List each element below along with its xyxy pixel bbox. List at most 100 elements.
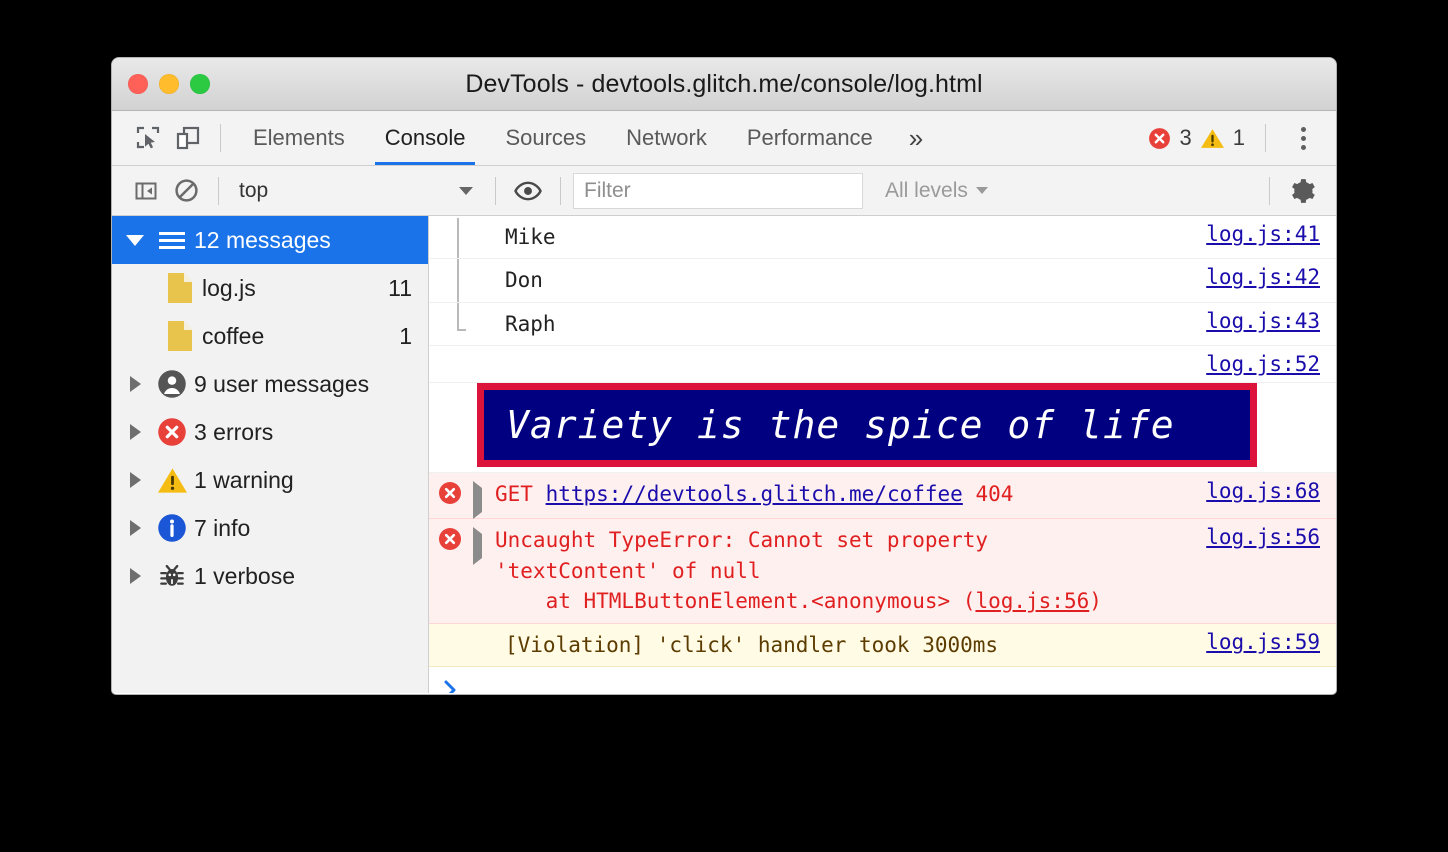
styled-message-text: Variety is the spice of life — [484, 390, 1250, 461]
console-message-source-link[interactable]: log.js:41 — [1206, 222, 1336, 246]
styled-message-container: Variety is the spice of life — [429, 383, 1336, 474]
console-message-source-link[interactable]: log.js:43 — [1206, 309, 1336, 333]
sidebar-item-log-js[interactable]: log.js 11 — [112, 264, 428, 312]
window-titlebar: DevTools - devtools.glitch.me/console/lo… — [112, 58, 1336, 111]
prompt-chevron-icon — [429, 679, 473, 693]
sidebar-item-label: 12 messages — [194, 226, 331, 253]
warning-count-icon[interactable] — [1200, 126, 1225, 151]
expand-twisty-icon[interactable] — [473, 525, 495, 566]
http-method: GET — [495, 482, 533, 507]
console-prompt[interactable] — [429, 667, 1336, 693]
filter-input[interactable]: Filter — [573, 172, 863, 209]
tab-console[interactable]: Console — [365, 111, 486, 165]
console-violation-text: [Violation] 'click' handler took 3000ms — [505, 632, 999, 657]
traffic-lights — [128, 74, 210, 94]
console-output: Mike log.js:41 Don log.js:42 Raph log.js… — [429, 216, 1336, 693]
sidebar-item-label: 1 warning — [194, 466, 294, 493]
error-stack-prefix: at HTMLButtonElement.<anonymous> ( — [495, 589, 976, 614]
maximize-window-button[interactable] — [190, 74, 210, 94]
tab-performance[interactable]: Performance — [727, 111, 893, 165]
expand-twisty-icon[interactable] — [120, 424, 150, 440]
console-sidebar: 12 messages log.js 11 coffee 1 9 user me… — [112, 216, 429, 693]
error-icon — [429, 525, 473, 551]
sidebar-item-label: 1 verbose — [194, 562, 296, 589]
console-error-text: Uncaught TypeError: Cannot set property … — [495, 525, 1206, 616]
console-message-row[interactable]: Mike log.js:41 — [429, 216, 1336, 260]
tab-elements[interactable]: Elements — [233, 111, 365, 165]
devtools-window: DevTools - devtools.glitch.me/console/lo… — [112, 58, 1336, 694]
log-level-label: All levels — [885, 178, 968, 202]
chevron-down-icon — [459, 186, 473, 195]
console-styled-message-row[interactable]: log.js:52 — [429, 346, 1336, 384]
clear-console-icon[interactable] — [166, 172, 206, 210]
sidebar-toggle-icon[interactable] — [126, 172, 166, 210]
more-tabs-button[interactable]: » — [893, 111, 939, 165]
sidebar-item-all-messages[interactable]: 12 messages — [112, 216, 428, 264]
sidebar-item-label: coffee — [202, 322, 265, 349]
sidebar-item-label: log.js — [202, 274, 256, 301]
sidebar-item-label: 3 errors — [194, 418, 274, 445]
console-message-text: Raph — [505, 311, 556, 336]
error-count-icon[interactable] — [1147, 126, 1172, 151]
console-message-row[interactable]: Don log.js:42 — [429, 259, 1336, 303]
panel-tabs: Elements Console Sources Network Perform… — [233, 111, 939, 165]
settings-gear-icon[interactable] — [1282, 172, 1322, 210]
console-violation-row[interactable]: [Violation] 'click' handler took 3000ms … — [429, 623, 1336, 668]
stack-frame-link[interactable]: log.js:56 — [975, 589, 1089, 613]
close-window-button[interactable] — [128, 74, 148, 94]
toolbar-divider — [220, 124, 221, 152]
file-icon — [158, 273, 202, 303]
log-level-selector[interactable]: All levels — [885, 179, 988, 203]
tab-sources[interactable]: Sources — [485, 111, 606, 165]
console-message-source-link[interactable]: log.js:68 — [1206, 479, 1336, 503]
list-icon — [150, 231, 194, 249]
console-error-row-exception[interactable]: Uncaught TypeError: Cannot set property … — [429, 519, 1336, 624]
expand-twisty-icon[interactable] — [120, 568, 150, 584]
console-message-source-link[interactable]: log.js:42 — [1206, 265, 1336, 289]
live-expression-eye-icon[interactable] — [508, 172, 548, 210]
console-message-row[interactable]: Raph log.js:43 — [429, 303, 1336, 347]
person-icon — [150, 369, 194, 399]
chevron-down-icon — [975, 187, 988, 194]
sidebar-item-label: 7 info — [194, 514, 251, 541]
sidebar-item-label: 9 user messages — [194, 370, 370, 397]
execution-context-selector[interactable]: top — [231, 174, 483, 208]
filterbar-divider-4 — [1269, 176, 1270, 205]
sidebar-item-coffee[interactable]: coffee 1 — [112, 312, 428, 360]
error-count-label: 3 — [1179, 125, 1192, 150]
console-error-text: GET https://devtools.glitch.me/coffee 40… — [495, 479, 1206, 509]
expand-twisty-icon[interactable] — [120, 472, 150, 488]
file-icon — [158, 321, 202, 351]
expand-twisty-icon[interactable] — [473, 479, 495, 520]
inspect-element-icon[interactable] — [128, 119, 168, 157]
sidebar-item-verbose[interactable]: 1 verbose — [112, 552, 428, 600]
sidebar-item-errors[interactable]: 3 errors — [112, 408, 428, 456]
expand-twisty-icon[interactable] — [120, 520, 150, 536]
error-line-2: 'textContent' of null — [495, 558, 761, 583]
sidebar-item-info[interactable]: 7 info — [112, 504, 428, 552]
devtools-tabbar: Elements Console Sources Network Perform… — [112, 111, 1336, 166]
sidebar-item-warning[interactable]: 1 warning — [112, 456, 428, 504]
filterbar-divider-3 — [560, 176, 561, 205]
sidebar-item-user-messages[interactable]: 9 user messages — [112, 360, 428, 408]
filterbar-divider-1 — [218, 176, 219, 205]
console-message-source-link[interactable]: log.js:52 — [1206, 352, 1336, 376]
console-error-row-network[interactable]: GET https://devtools.glitch.me/coffee 40… — [429, 473, 1336, 520]
device-toolbar-icon[interactable] — [168, 119, 208, 157]
kebab-menu-icon[interactable] — [1286, 126, 1320, 150]
sidebar-item-count: 1 — [399, 322, 412, 349]
filterbar-divider-2 — [495, 176, 496, 205]
bug-icon — [150, 562, 194, 590]
expand-twisty-icon[interactable] — [120, 376, 150, 392]
request-url-link[interactable]: https://devtools.glitch.me/coffee — [546, 482, 963, 506]
error-stack-suffix: ) — [1089, 589, 1102, 614]
sidebar-item-count: 11 — [388, 274, 412, 301]
console-filter-toolbar: top Filter All levels — [112, 166, 1336, 216]
error-icon — [150, 417, 194, 447]
console-message-source-link[interactable]: log.js:59 — [1206, 630, 1336, 654]
console-message-source-link[interactable]: log.js:56 — [1206, 525, 1336, 549]
window-title: DevTools - devtools.glitch.me/console/lo… — [465, 69, 983, 98]
expand-twisty-icon[interactable] — [120, 234, 150, 246]
minimize-window-button[interactable] — [159, 74, 179, 94]
tab-network[interactable]: Network — [606, 111, 727, 165]
